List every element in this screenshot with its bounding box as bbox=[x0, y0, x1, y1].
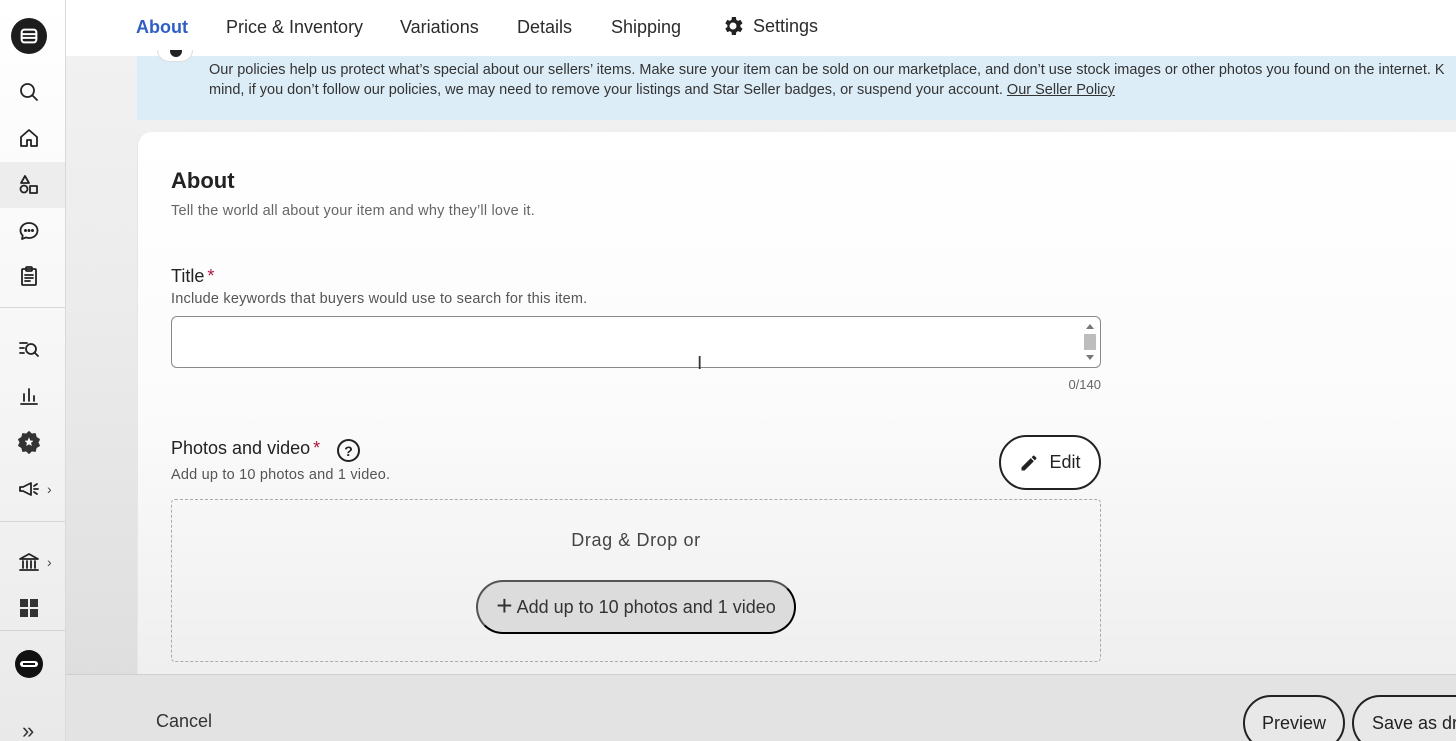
sidebar-item-stats[interactable] bbox=[0, 373, 65, 419]
listing-tabs: About Price & Inventory Variations Detai… bbox=[66, 0, 1456, 56]
required-mark: * bbox=[313, 438, 321, 458]
footer-actions: Cancel Preview Save as dr bbox=[66, 674, 1456, 741]
home-icon bbox=[20, 129, 38, 147]
policy-banner-line1: Our policies help us protect what’s spec… bbox=[209, 62, 1445, 78]
section-subtitle: Tell the world all about your item and w… bbox=[171, 203, 535, 219]
sidebar-divider bbox=[0, 521, 65, 522]
add-photos-label: Add up to 10 photos and 1 video bbox=[516, 596, 776, 617]
shop-logo-icon[interactable] bbox=[11, 18, 47, 54]
scroll-up-arrow-icon[interactable] bbox=[1086, 324, 1094, 329]
title-input[interactable] bbox=[171, 316, 1101, 368]
tab-settings-label: Settings bbox=[753, 15, 819, 36]
seller-policy-link[interactable]: Our Seller Policy bbox=[1007, 82, 1115, 98]
sidebar: › › » bbox=[0, 0, 66, 741]
title-char-counter: 0/140 bbox=[1068, 377, 1101, 392]
sidebar-item-search-analytics[interactable] bbox=[0, 326, 65, 372]
scroll-thumb[interactable] bbox=[1084, 334, 1096, 350]
tab-about[interactable]: About bbox=[136, 17, 188, 38]
text-cursor-icon: I bbox=[697, 353, 703, 374]
section-heading: About bbox=[171, 168, 235, 193]
sidebar-item-apps[interactable] bbox=[0, 585, 65, 631]
preview-button[interactable]: Preview bbox=[1243, 695, 1345, 741]
plus-icon: + bbox=[496, 590, 513, 621]
orders-icon bbox=[21, 266, 37, 286]
messages-icon bbox=[19, 222, 39, 240]
tab-price-inventory[interactable]: Price & Inventory bbox=[226, 17, 363, 38]
sidebar-divider bbox=[0, 630, 65, 631]
tab-variations[interactable]: Variations bbox=[400, 17, 479, 38]
chevron-right-icon: › bbox=[47, 554, 52, 570]
chevron-right-icon: › bbox=[47, 481, 52, 497]
sidebar-item-star-seller[interactable] bbox=[0, 419, 65, 465]
title-label-text: Title bbox=[171, 266, 205, 286]
required-mark: * bbox=[207, 266, 215, 286]
sidebar-divider bbox=[0, 307, 65, 308]
avatar[interactable] bbox=[15, 650, 43, 678]
tab-shipping[interactable]: Shipping bbox=[611, 17, 681, 38]
apps-icon bbox=[20, 599, 38, 617]
stats-search-icon bbox=[19, 342, 39, 357]
edit-label: Edit bbox=[1049, 452, 1081, 472]
pencil-icon bbox=[1021, 455, 1037, 470]
sidebar-item-marketing[interactable]: › bbox=[0, 466, 65, 512]
search-icon bbox=[20, 83, 38, 101]
tab-settings[interactable]: Settings bbox=[721, 14, 818, 38]
marketing-icon bbox=[19, 482, 39, 496]
sidebar-item-listings[interactable] bbox=[0, 162, 65, 208]
photos-label: Photos and video * bbox=[171, 438, 320, 459]
title-hint: Include keywords that buyers would use t… bbox=[171, 291, 588, 307]
listings-icon bbox=[19, 175, 38, 194]
about-card: About Tell the world all about your item… bbox=[137, 132, 1456, 692]
edit-photos-button[interactable]: Edit bbox=[999, 435, 1101, 490]
policy-banner: Our policies help us protect what’s spec… bbox=[137, 50, 1456, 120]
add-photos-button[interactable]: + Add up to 10 photos and 1 video bbox=[476, 580, 796, 634]
gear-icon bbox=[725, 17, 743, 35]
expand-sidebar-icon[interactable]: » bbox=[22, 718, 34, 741]
sidebar-item-search[interactable] bbox=[0, 69, 65, 115]
save-draft-button[interactable]: Save as dr bbox=[1352, 695, 1456, 741]
title-input-scrollbar[interactable] bbox=[1081, 318, 1099, 366]
sidebar-item-home[interactable] bbox=[0, 115, 65, 161]
policy-banner-line2: mind, if you don’t follow our policies, … bbox=[209, 80, 1456, 100]
sidebar-item-messages[interactable] bbox=[0, 208, 65, 254]
photos-label-text: Photos and video bbox=[171, 438, 311, 458]
tab-details[interactable]: Details bbox=[517, 17, 572, 38]
sidebar-item-finances[interactable]: › bbox=[0, 539, 65, 585]
star-seller-icon bbox=[18, 431, 40, 454]
drag-drop-text: Drag & Drop or bbox=[571, 530, 701, 550]
title-label: Title * bbox=[171, 266, 214, 287]
photos-hint: Add up to 10 photos and 1 video. bbox=[171, 467, 391, 483]
stats-icon bbox=[20, 388, 38, 405]
help-icon[interactable]: ? bbox=[337, 439, 360, 462]
scroll-down-arrow-icon[interactable] bbox=[1086, 355, 1094, 360]
photo-dropzone[interactable]: Drag & Drop or + Add up to 10 photos and… bbox=[171, 499, 1101, 662]
info-icon bbox=[157, 50, 193, 62]
finances-icon bbox=[19, 553, 39, 571]
policy-banner-text: Our policies help us protect what’s spec… bbox=[209, 60, 1456, 100]
sidebar-item-orders[interactable] bbox=[0, 253, 65, 299]
cancel-button[interactable]: Cancel bbox=[156, 711, 212, 732]
policy-banner-line2-text: mind, if you don’t follow our policies, … bbox=[209, 82, 1003, 98]
